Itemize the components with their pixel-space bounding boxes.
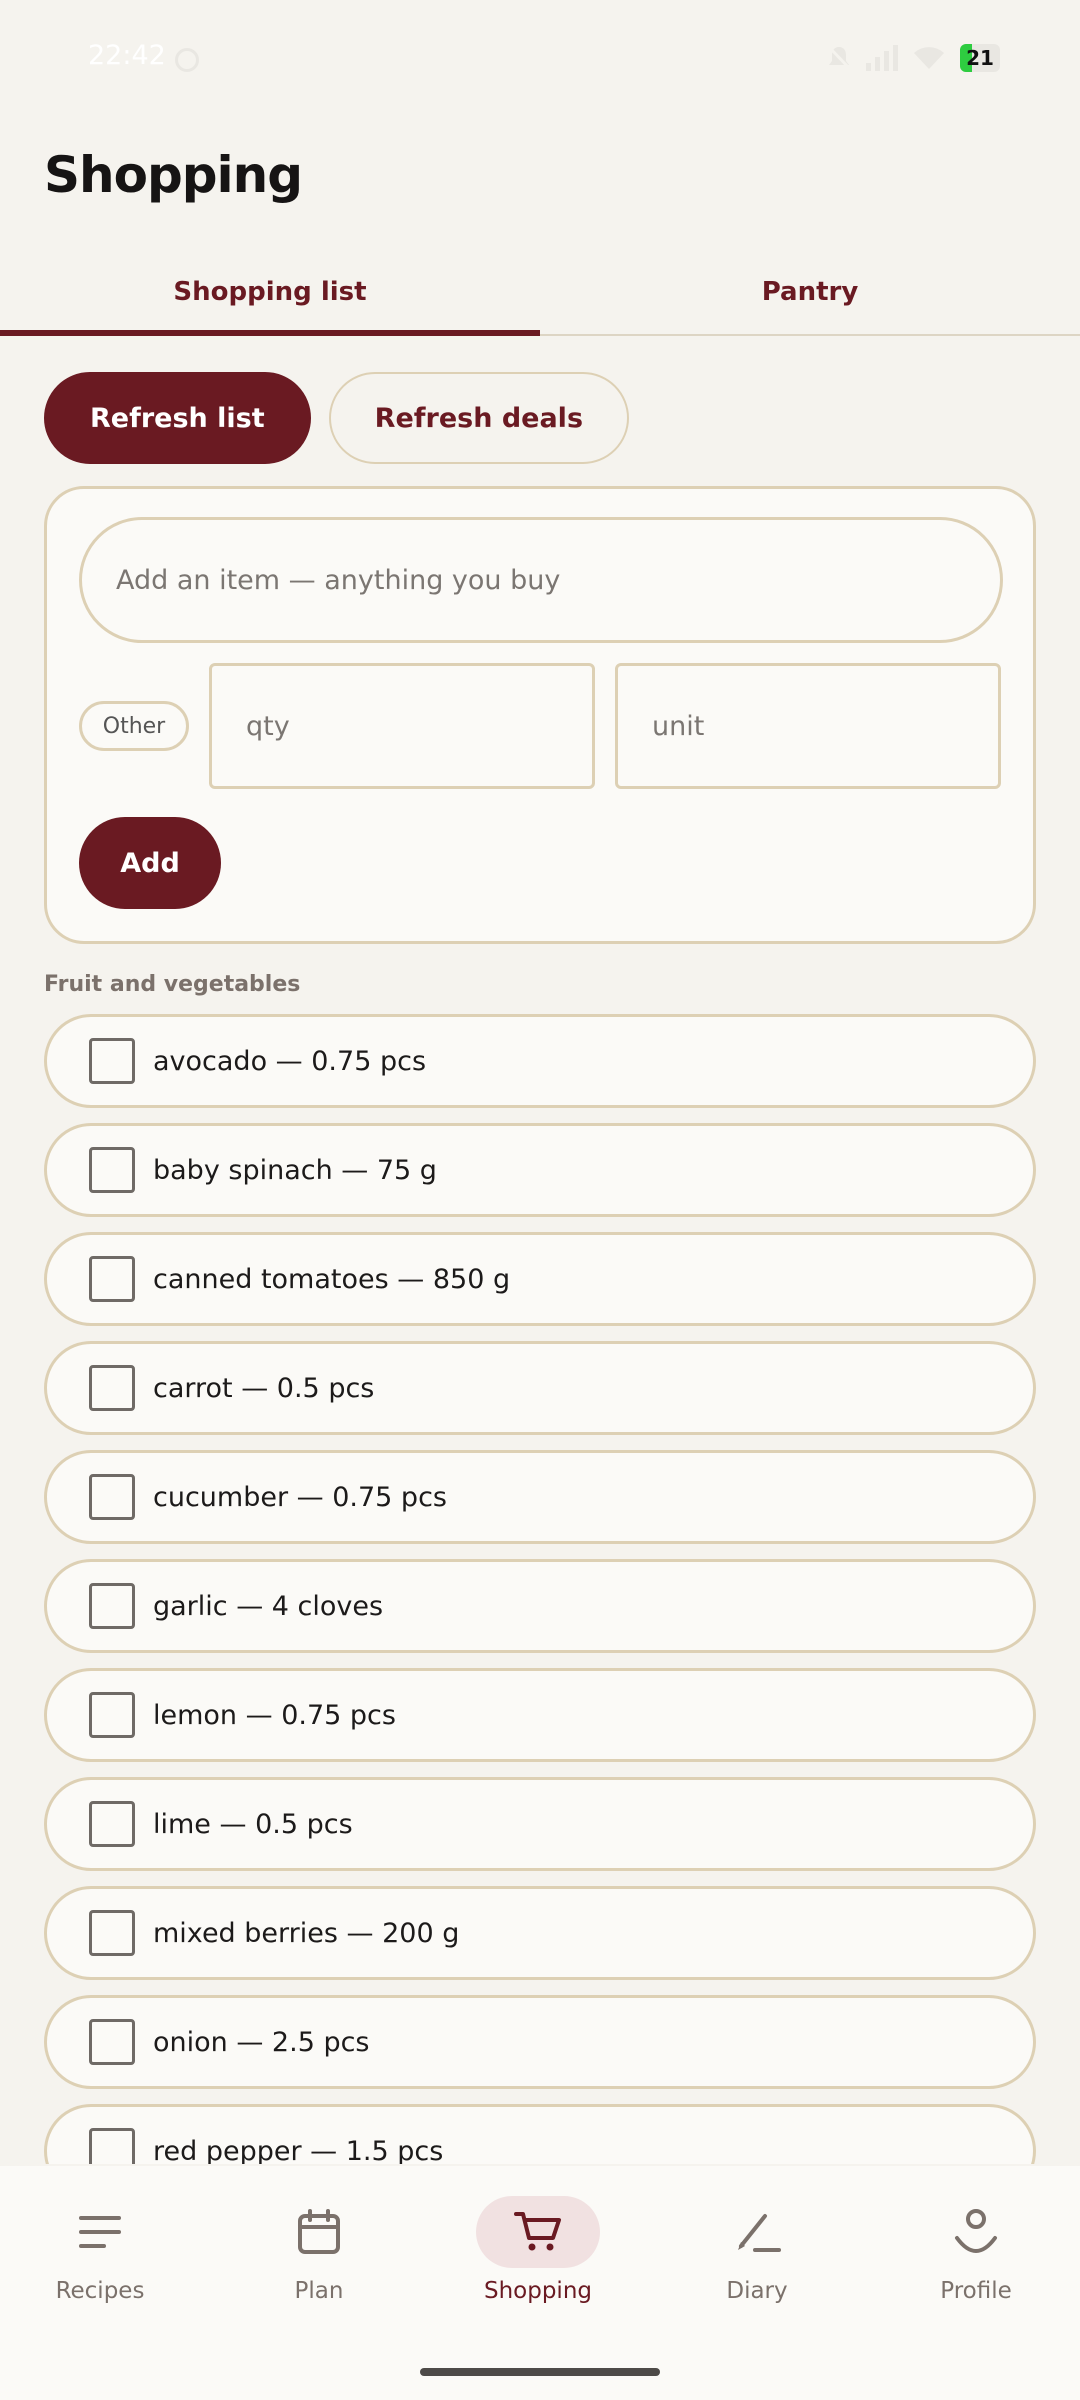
item-checkbox[interactable] [89,1474,135,1520]
signal-icon [866,45,898,71]
list-item[interactable]: onion — 2.5 pcs [44,1995,1036,2089]
item-label: onion — 2.5 pcs [153,2026,370,2058]
item-label: avocado — 0.75 pcs [153,1045,427,1077]
home-indicator[interactable] [420,2368,660,2376]
refresh-deals-button[interactable]: Refresh deals [328,372,630,464]
section-title: Fruit and vegetables [44,972,301,997]
list-item[interactable]: cucumber — 0.75 pcs [44,1450,1036,1544]
tab-pantry[interactable]: Pantry [540,250,1080,334]
item-checkbox[interactable] [89,1692,135,1738]
cart-icon [476,2196,600,2268]
list-item[interactable]: mixed berries — 200 g [44,1886,1036,1980]
unit-input[interactable]: unit [615,663,1001,789]
qty-input[interactable]: qty [209,663,595,789]
list-item[interactable]: baby spinach — 75 g [44,1123,1036,1217]
bottom-nav: Recipes Plan Shopping Diary Profile [0,2166,1080,2400]
nav-label: Recipes [55,2278,145,2304]
item-checkbox[interactable] [89,1583,135,1629]
list-item[interactable]: carrot — 0.5 pcs [44,1341,1036,1435]
item-input[interactable]: Add an item — anything you buy [79,517,1003,643]
nav-shopping[interactable]: Shopping [458,2196,618,2304]
item-checkbox[interactable] [89,1910,135,1956]
item-checkbox[interactable] [89,1365,135,1411]
wifi-icon [914,47,944,69]
nav-label: Shopping [483,2278,592,2304]
list-item[interactable]: garlic — 4 cloves [44,1559,1036,1653]
add-button[interactable]: Add [79,817,221,909]
pencil-icon [695,2196,819,2268]
tab-bar: Shopping list Pantry [0,250,1080,336]
nav-diary[interactable]: Diary [677,2196,837,2304]
shopping-list: avocado — 0.75 pcs baby spinach — 75 g c… [44,1014,1036,2164]
item-checkbox[interactable] [89,1801,135,1847]
tab-shopping-list[interactable]: Shopping list [0,250,540,336]
action-row: Refresh list Refresh deals [44,372,630,464]
bell-off-icon [827,45,852,71]
add-item-card: Add an item — anything you buy Other qty… [44,486,1036,944]
nav-label: Diary [726,2278,788,2304]
item-label: mixed berries — 200 g [153,1917,460,1949]
menu-icon [38,2196,162,2268]
status-bar: 22:42 21 [0,0,1080,120]
list-item[interactable]: canned tomatoes — 850 g [44,1232,1036,1326]
item-checkbox[interactable] [89,1256,135,1302]
nav-label: Plan [294,2278,344,2304]
battery-level: 21 [966,46,994,70]
list-item[interactable]: red pepper — 1.5 pcs [44,2104,1036,2164]
location-icon [175,48,199,72]
refresh-list-button[interactable]: Refresh list [44,372,311,464]
nav-plan[interactable]: Plan [239,2196,399,2304]
item-checkbox[interactable] [89,1038,135,1084]
item-label: baby spinach — 75 g [153,1154,437,1186]
item-label: carrot — 0.5 pcs [153,1372,375,1404]
item-checkbox[interactable] [89,1147,135,1193]
calendar-icon [257,2196,381,2268]
item-label: lime — 0.5 pcs [153,1808,353,1840]
battery-icon: 21 [960,44,1000,72]
item-label: canned tomatoes — 850 g [153,1263,511,1295]
list-item[interactable]: lemon — 0.75 pcs [44,1668,1036,1762]
item-label: cucumber — 0.75 pcs [153,1481,447,1513]
nav-label: Profile [940,2278,1012,2304]
page-title: Shopping [44,146,303,204]
status-icons: 21 [826,44,1000,72]
item-label: garlic — 4 cloves [153,1590,384,1622]
item-checkbox[interactable] [89,2019,135,2065]
category-chip[interactable]: Other [79,701,189,751]
item-checkbox[interactable] [89,2128,135,2164]
person-icon [914,2196,1038,2268]
list-item[interactable]: lime — 0.5 pcs [44,1777,1036,1871]
nav-recipes[interactable]: Recipes [20,2196,180,2304]
status-time: 22:42 [88,40,166,71]
list-item[interactable]: avocado — 0.75 pcs [44,1014,1036,1108]
item-label: red pepper — 1.5 pcs [153,2135,444,2165]
item-label: lemon — 0.75 pcs [153,1699,396,1731]
nav-profile[interactable]: Profile [896,2196,1056,2304]
